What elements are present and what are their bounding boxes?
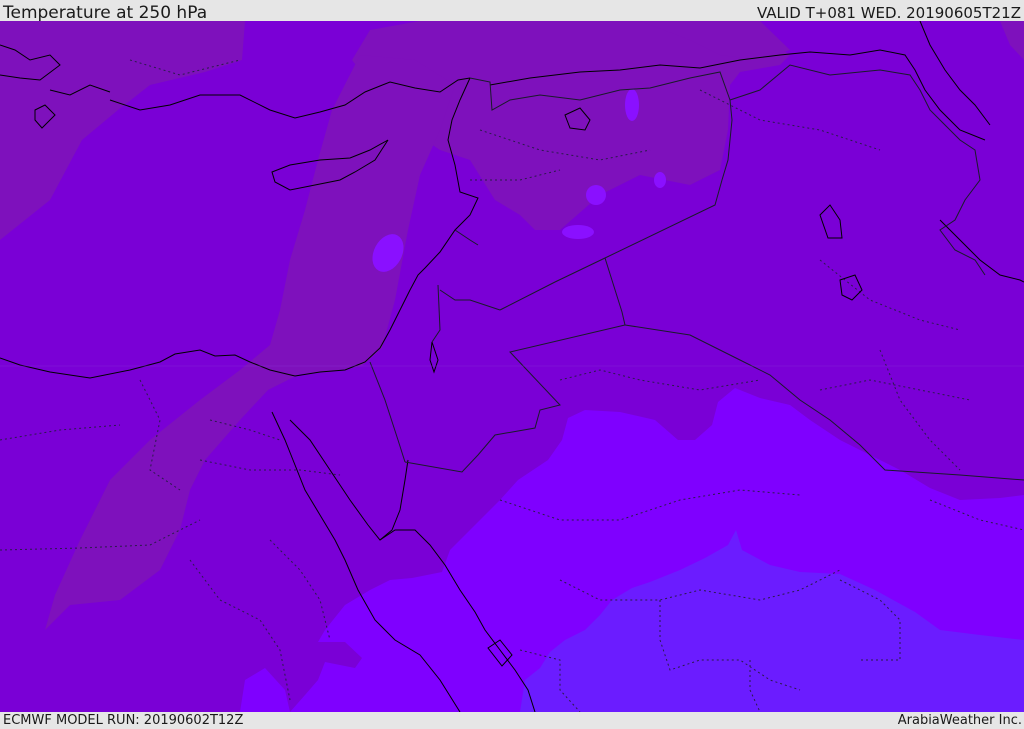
footer-bar: ECMWF MODEL RUN: 20190602T12Z ArabiaWeat… bbox=[0, 712, 1024, 729]
credit-label: ArabiaWeather Inc. bbox=[897, 713, 1022, 728]
valid-time-label: VALID T+081 WED. 20190605T21Z bbox=[756, 4, 1021, 22]
header-bar: Temperature at 250 hPa VALID T+081 WED. … bbox=[0, 0, 1024, 23]
map-title: Temperature at 250 hPa bbox=[3, 3, 208, 23]
cool-patch-jordan bbox=[562, 225, 594, 239]
model-run-label: ECMWF MODEL RUN: 20190602T12Z bbox=[3, 713, 244, 728]
forecast-map-panel: Temperature at 250 hPa VALID T+081 WED. … bbox=[0, 0, 1024, 729]
cool-patch-syria bbox=[586, 185, 606, 205]
cool-patch-iraq bbox=[654, 172, 666, 188]
temperature-map bbox=[0, 21, 1024, 712]
cool-patch-turkey bbox=[625, 89, 639, 121]
